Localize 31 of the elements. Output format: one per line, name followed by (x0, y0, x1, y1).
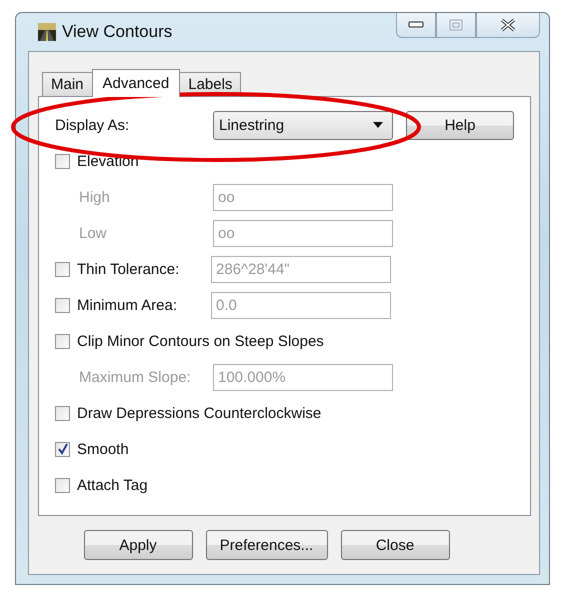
checkbox-label: Minimum Area: (77, 296, 178, 314)
checkbox-label: Clip Minor Contours on Steep Slopes (77, 332, 324, 350)
checkbox[interactable] (55, 442, 70, 456)
tab[interactable]: Main (42, 72, 93, 96)
checkbox[interactable] (55, 478, 70, 492)
caret-icon (373, 122, 383, 128)
window-title: View Contours (62, 22, 172, 42)
checkbox-label: Draw Depressions Counterclockwise (77, 404, 322, 422)
field-label: Maximum Slope: (78, 368, 192, 386)
checkbox-label: Elevation (77, 152, 139, 170)
road-icon (38, 23, 56, 41)
checkbox[interactable] (55, 406, 70, 420)
field-label: High (78, 188, 111, 206)
dropdown[interactable]: Linestring (213, 110, 393, 140)
checkbox[interactable] (55, 154, 70, 168)
close-button[interactable] (476, 13, 540, 38)
help-button[interactable]: Help (406, 110, 514, 140)
close-icon (499, 18, 517, 32)
dialog-button[interactable]: Close (340, 530, 450, 560)
field-label: Low (78, 224, 108, 242)
checkbox[interactable] (55, 334, 70, 348)
checkbox-label: Smooth (77, 440, 129, 458)
checkbox-label: Thin Tolerance: (77, 260, 180, 278)
maximize-icon (449, 19, 463, 31)
minimize-icon (408, 21, 424, 29)
tab[interactable]: Advanced (92, 69, 180, 97)
checkbox-label: Attach Tag (77, 476, 148, 494)
minimize-button[interactable] (396, 13, 436, 38)
field-label: Display As: (55, 116, 130, 134)
dialog-button[interactable]: Preferences... (206, 530, 328, 560)
dialog-button[interactable]: Apply (84, 530, 192, 560)
